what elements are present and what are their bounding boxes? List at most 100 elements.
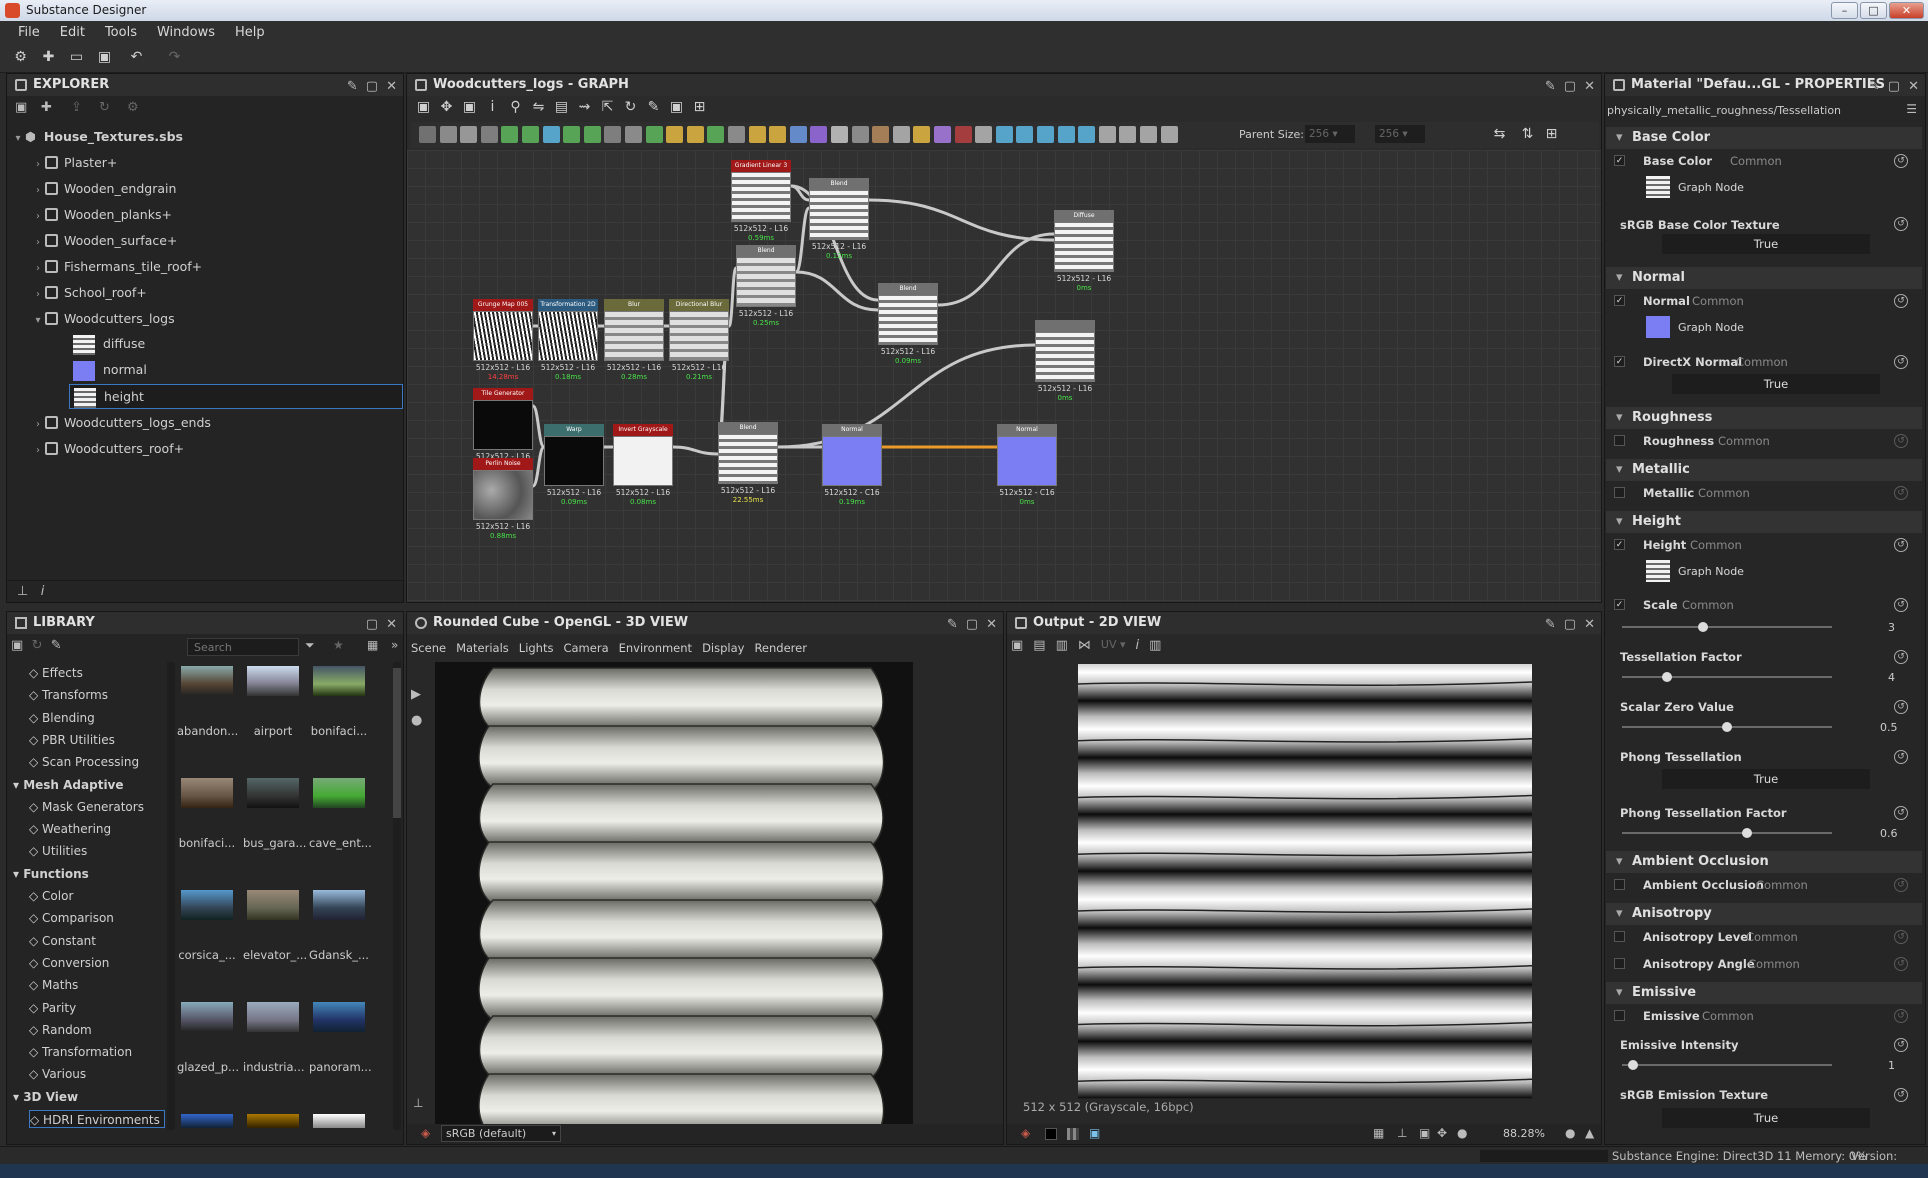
graph-tool-icon[interactable]: ↻ xyxy=(622,99,639,116)
atomic-node-icon[interactable] xyxy=(728,126,745,143)
graph-node[interactable]: Blend 512x512 - L16 0.12ms xyxy=(809,178,869,261)
hdri-thumbnail[interactable] xyxy=(247,890,299,920)
library-category[interactable]: ◇ HDRI Environments xyxy=(29,1110,165,1128)
slider-knob[interactable] xyxy=(1628,1060,1638,1070)
graph-tool-icon[interactable]: ▤ xyxy=(553,99,570,116)
edit-icon[interactable]: ✎ xyxy=(51,638,62,653)
node-connection[interactable] xyxy=(868,198,1055,242)
atomic-node-icon[interactable] xyxy=(748,126,766,143)
graph-node[interactable]: Gradient Linear 3 512x512 - L16 0.59ms xyxy=(731,160,791,243)
ao-checkbox[interactable] xyxy=(1614,879,1625,890)
atomic-node-icon[interactable] xyxy=(583,126,601,143)
reset-icon[interactable]: ↺ xyxy=(1894,700,1908,714)
hdri-thumbnail[interactable] xyxy=(247,778,299,808)
view3d-menu-renderer[interactable]: Renderer xyxy=(754,641,807,655)
atomic-node-icon[interactable] xyxy=(645,126,663,143)
refresh-icon[interactable]: ↻ xyxy=(32,638,43,653)
graph-tool-icon[interactable]: ✎ xyxy=(645,99,662,116)
slider-knob[interactable] xyxy=(1742,828,1752,838)
reset-icon[interactable]: ↺ xyxy=(1894,294,1908,308)
atomic-node-icon[interactable] xyxy=(1037,126,1054,143)
atomic-node-icon[interactable] xyxy=(892,126,910,143)
new-graph-icon[interactable]: ✚ xyxy=(40,49,57,66)
camera-icon[interactable]: ▶ xyxy=(411,682,422,708)
close-window-button[interactable]: ✕ xyxy=(1889,2,1924,19)
library-category[interactable]: ◇ Transformation xyxy=(29,1043,132,1061)
pin-icon[interactable]: ✎ xyxy=(1545,76,1556,98)
graph-tool-icon[interactable]: ⇝ xyxy=(576,99,593,116)
reset-icon[interactable]: ↺ xyxy=(1894,750,1908,764)
phong-factor-slider[interactable] xyxy=(1622,828,1832,838)
tree-item-graph[interactable]: › Wooden_endgrain xyxy=(31,178,176,199)
reset-icon[interactable]: ↺ xyxy=(1894,650,1908,664)
atomic-node-icon[interactable] xyxy=(769,126,787,143)
library-category[interactable]: ◇ Various xyxy=(29,1065,86,1083)
add-folder-icon[interactable]: ▣ xyxy=(11,638,23,653)
atomic-node-icon[interactable] xyxy=(419,126,436,143)
node-connection[interactable] xyxy=(531,445,546,488)
section-height[interactable]: Height xyxy=(1606,511,1922,533)
atomic-node-icon[interactable] xyxy=(1016,126,1034,143)
close-icon[interactable]: ✕ xyxy=(1908,76,1919,98)
reset-icon[interactable]: ↺ xyxy=(1894,154,1908,168)
colorspace-dropdown[interactable]: sRGB (default) ▾ xyxy=(441,1125,561,1142)
srgb-base-true-toggle[interactable]: True xyxy=(1662,234,1870,254)
hdri-thumbnail[interactable] xyxy=(247,1002,299,1032)
emissive-intensity-slider[interactable] xyxy=(1622,1060,1832,1070)
height-checkbox[interactable]: ✓ xyxy=(1614,539,1625,550)
menu-help[interactable]: Help xyxy=(235,25,265,40)
graph-tool-icon[interactable]: i xyxy=(484,99,501,116)
graph-node[interactable]: Directional Blur 512x512 - L16 0.21ms xyxy=(669,299,729,382)
open-folder-icon[interactable]: ▭ xyxy=(68,49,85,66)
hdri-thumbnail[interactable] xyxy=(313,1114,365,1128)
tree-item-graph[interactable]: › Plaster+ xyxy=(31,152,117,173)
info-icon[interactable]: i xyxy=(1136,638,1140,653)
graph-canvas[interactable]: Gradient Linear 3 512x512 - L16 0.59ms Blen… xyxy=(407,150,1601,602)
hdri-thumbnail[interactable] xyxy=(313,666,365,696)
atomic-node-icon[interactable] xyxy=(810,126,828,143)
graph-node[interactable]: Blur 512x512 - L16 0.28ms xyxy=(604,299,664,382)
scalar-zero-slider[interactable] xyxy=(1622,722,1832,732)
graph-tool-icon[interactable]: ⚲ xyxy=(507,99,524,116)
tree-item-graph[interactable]: › School_roof+ xyxy=(31,282,147,303)
layers-icon[interactable]: ◈ xyxy=(1021,1126,1030,1140)
library-category[interactable]: ◇ Effects xyxy=(29,664,83,682)
graph-node[interactable]: Blend 512x512 - L16 22.55ms xyxy=(718,422,778,505)
library-category[interactable]: ◇ Utilities xyxy=(29,842,87,860)
align-icon[interactable]: ⊞ xyxy=(1543,126,1560,143)
float-icon[interactable]: ▢ xyxy=(366,614,378,636)
tiling-icon[interactable]: ⊥ xyxy=(1397,1126,1407,1140)
close-icon[interactable]: ✕ xyxy=(1584,76,1595,98)
library-category[interactable]: ◇ Constant xyxy=(29,932,96,950)
hdri-thumbnail[interactable] xyxy=(247,1114,299,1128)
atomic-node-icon[interactable] xyxy=(1140,126,1157,143)
fit-icon[interactable]: ▣ xyxy=(1011,638,1023,653)
scale-checkbox[interactable]: ✓ xyxy=(1614,599,1625,610)
graph-tool-icon[interactable]: ▣ xyxy=(668,99,685,116)
menu-file[interactable]: File xyxy=(18,25,40,40)
hdri-thumbnail[interactable] xyxy=(181,666,233,696)
tree-item-graph[interactable]: › Wooden_planks+ xyxy=(31,204,172,225)
view3d-menu-lights[interactable]: Lights xyxy=(519,641,554,655)
reset-icon[interactable]: ↺ xyxy=(1894,1038,1908,1052)
pan-icon[interactable]: ✥ xyxy=(1437,1126,1447,1140)
library-category[interactable]: ◇ Scan Processing xyxy=(29,753,139,771)
slider-knob[interactable] xyxy=(1698,622,1708,632)
tree-item-graph[interactable]: › Fishermans_tile_roof+ xyxy=(31,256,202,277)
align-icon[interactable]: ⇆ xyxy=(1491,126,1508,143)
node-connection[interactable] xyxy=(795,270,879,312)
output-item-diffuse[interactable]: diffuse xyxy=(73,333,145,355)
view3d-viewport[interactable] xyxy=(435,662,913,1124)
uv-dropdown[interactable]: UV ▾ xyxy=(1101,638,1126,653)
reset-icon[interactable]: ↺ xyxy=(1894,1088,1908,1102)
node-connection[interactable] xyxy=(937,232,1055,307)
tree-item-graph[interactable]: › Woodcutters_logs_ends xyxy=(31,412,211,433)
save-image-icon[interactable]: ▤ xyxy=(1033,638,1045,653)
atomic-node-icon[interactable] xyxy=(1119,126,1137,143)
atomic-node-icon[interactable] xyxy=(563,126,581,143)
phong-true-toggle[interactable]: True xyxy=(1662,769,1870,789)
size-dropdown[interactable]: 256 ▾ xyxy=(1375,125,1425,143)
srgb-emission-true-toggle[interactable]: True xyxy=(1662,1108,1870,1128)
normal-graph-node[interactable]: Graph Node xyxy=(1606,316,1922,340)
new-package-icon[interactable]: ⚙ xyxy=(12,49,29,66)
